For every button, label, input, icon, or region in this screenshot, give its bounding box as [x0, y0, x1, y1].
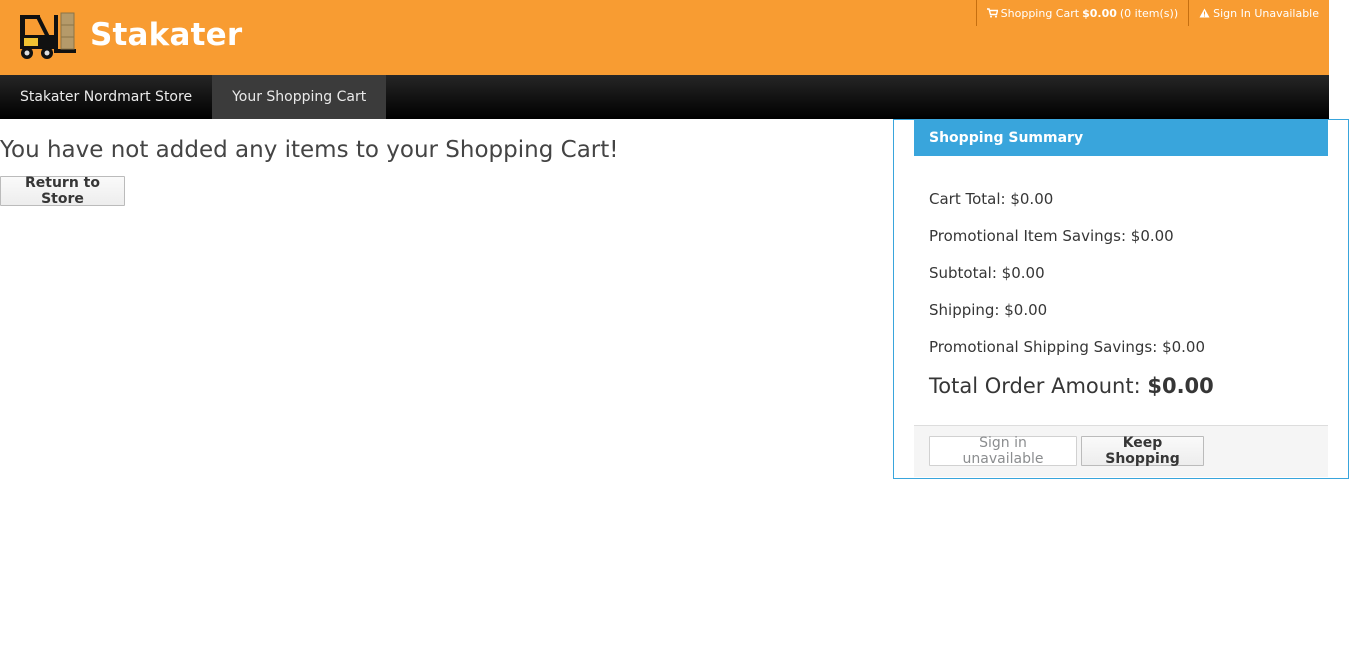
sign-in-unavailable-button[interactable]: Sign in unavailable [929, 435, 1077, 467]
total-value: $0.00 [1147, 374, 1214, 398]
total-order-amount: Total Order Amount: $0.00 [929, 374, 1214, 398]
summary-footer: Sign in unavailable Keep Shopping [914, 425, 1328, 477]
utility-nav: Shopping Cart $0.00 (0 item(s)) Sign In … [975, 0, 1329, 26]
warning-icon [1199, 8, 1210, 18]
promo-item-savings-line: Promotional Item Savings: $0.00 [929, 227, 1174, 245]
subtotal-line: Subtotal: $0.00 [929, 264, 1045, 282]
cart-link[interactable]: Shopping Cart $0.00 (0 item(s)) [975, 0, 1188, 26]
keep-shopping-button[interactable]: Keep Shopping [1081, 435, 1204, 467]
return-to-store-button[interactable]: Return to Store [0, 175, 125, 207]
total-label: Total Order Amount: [929, 374, 1141, 398]
main-nav: Stakater Nordmart Store Your Shopping Ca… [0, 75, 1329, 119]
shopping-cart-icon [986, 8, 998, 18]
cart-total-line: Cart Total: $0.00 [929, 190, 1054, 208]
shipping-line: Shipping: $0.00 [929, 301, 1048, 319]
cart-total: $0.00 [1082, 6, 1117, 20]
cart-item-count: (0 item(s)) [1119, 6, 1179, 20]
nav-item-shopping-cart[interactable]: Your Shopping Cart [212, 75, 387, 119]
signin-label: Sign In Unavailable [1213, 6, 1319, 20]
empty-cart-message: You have not added any items to your Sho… [0, 137, 619, 163]
brand-name[interactable]: Stakater [90, 17, 242, 53]
cart-label: Shopping Cart [1000, 6, 1080, 20]
signin-unavailable-link[interactable]: Sign In Unavailable [1188, 0, 1329, 26]
shopping-summary-panel: Shopping Summary Cart Total: $0.00 Promo… [893, 119, 1349, 479]
nav-item-store[interactable]: Stakater Nordmart Store [0, 75, 212, 119]
site-header: Stakater Shopping Cart $0.00 (0 item(s))… [0, 0, 1329, 75]
forklift-icon[interactable] [18, 11, 80, 61]
promo-shipping-savings-line: Promotional Shipping Savings: $0.00 [929, 338, 1206, 356]
summary-title: Shopping Summary [914, 120, 1328, 156]
